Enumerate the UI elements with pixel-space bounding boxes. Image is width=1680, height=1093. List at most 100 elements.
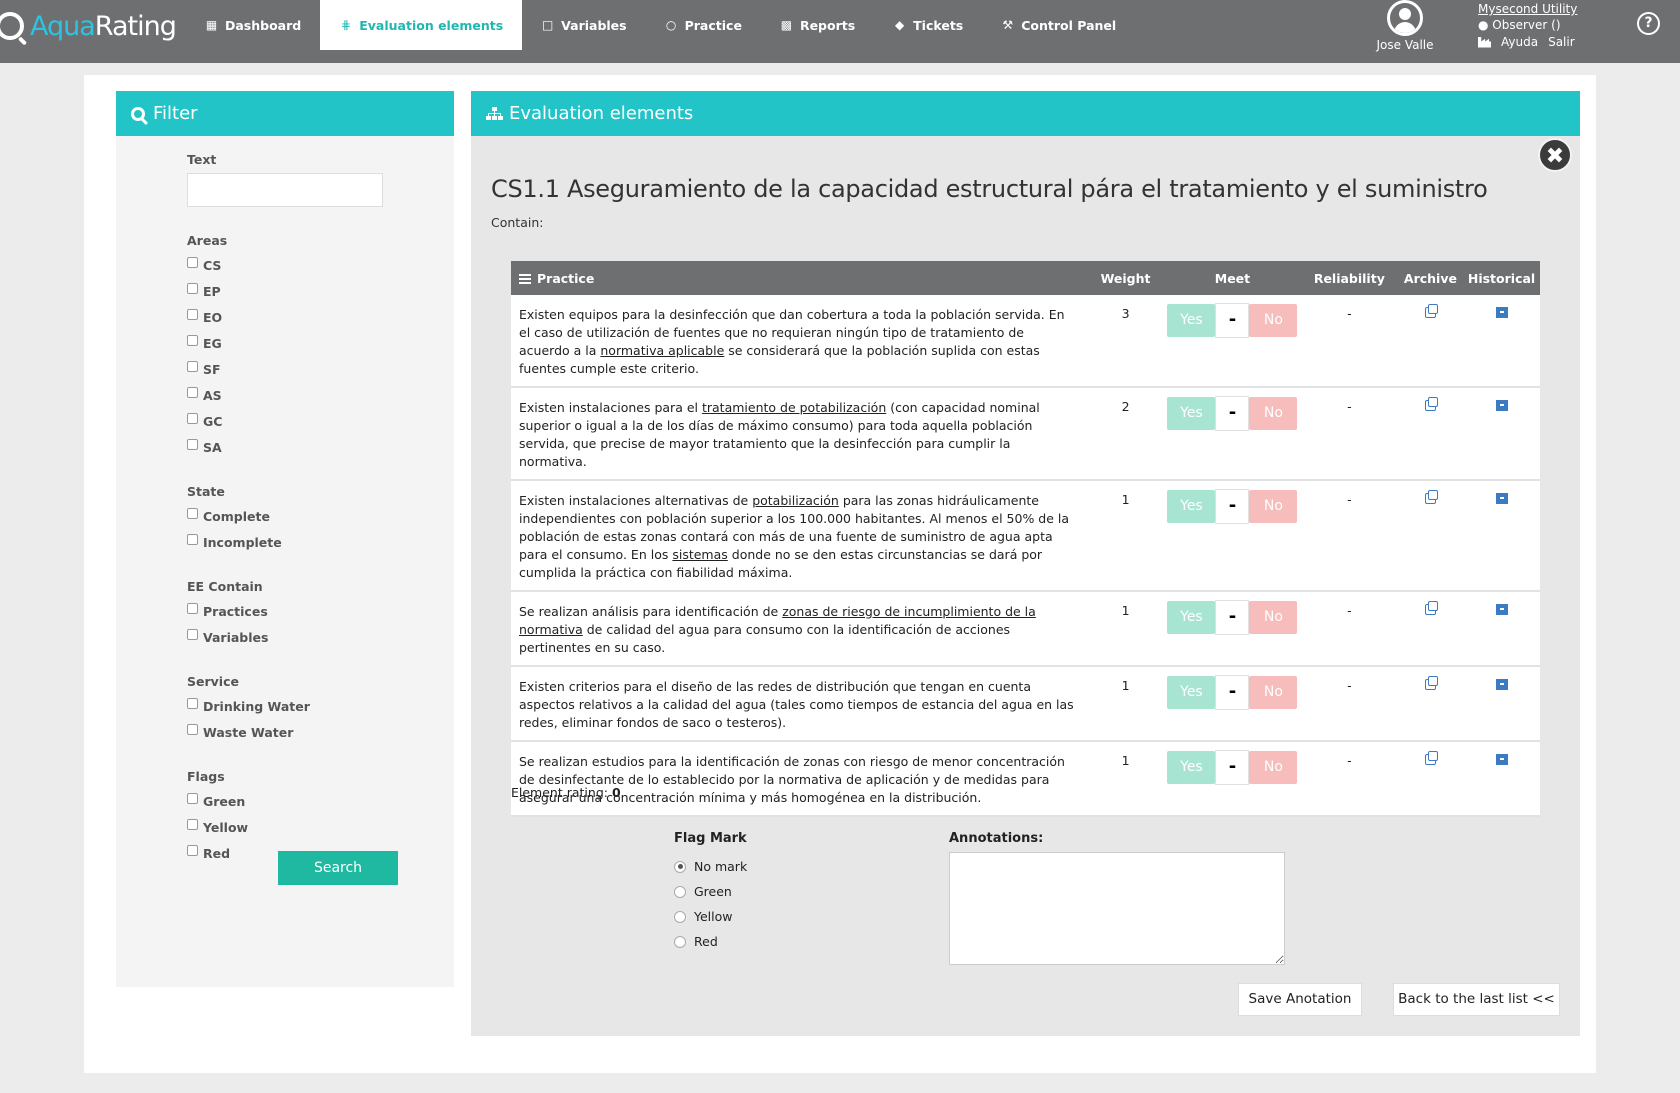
service-drinking-water-checkbox[interactable]: Drinking Water (187, 691, 454, 717)
contain-variables-checkbox[interactable]: Variables (187, 622, 454, 648)
nav-dashboard[interactable]: ▦ Dashboard (186, 0, 320, 50)
area-eo-checkbox[interactable]: EO (187, 302, 454, 328)
checkbox-box[interactable] (187, 438, 198, 450)
aquarating-logo[interactable]: AquaRating (0, 8, 177, 44)
radio-label: No mark (694, 859, 748, 874)
checkbox-box[interactable] (187, 533, 198, 545)
flag-green-checkbox[interactable]: Green (187, 786, 454, 812)
glossary-link[interactable]: potabilización (752, 493, 839, 508)
checkbox-box[interactable] (187, 723, 198, 735)
radio-button[interactable] (674, 885, 686, 898)
filter-text-input[interactable] (187, 173, 383, 207)
meet-unset-button[interactable]: - (1215, 396, 1250, 431)
meet-no-button[interactable]: No (1249, 304, 1298, 337)
meet-no-button[interactable]: No (1249, 601, 1298, 634)
archive-box-icon[interactable] (1495, 679, 1508, 690)
area-sf-checkbox[interactable]: SF (187, 354, 454, 380)
practice-text: Existen criterios para el diseño de las … (519, 679, 1074, 730)
glossary-link[interactable]: normativa aplicable (600, 343, 724, 358)
archive-box-icon[interactable] (1495, 493, 1508, 504)
question-circle-icon[interactable]: ? (1637, 12, 1660, 35)
archive-box-icon[interactable] (1495, 754, 1508, 765)
meet-yes-button[interactable]: Yes (1167, 490, 1216, 523)
checkbox-box[interactable] (187, 412, 198, 424)
checkbox-box[interactable] (187, 818, 198, 830)
search-button[interactable]: Search (278, 851, 398, 885)
service-waste-water-checkbox[interactable]: Waste Water (187, 717, 454, 743)
area-ep-checkbox[interactable]: EP (187, 276, 454, 302)
state-incomplete-checkbox[interactable]: Incomplete (187, 527, 454, 553)
state-complete-checkbox[interactable]: Complete (187, 501, 454, 527)
checkbox-box[interactable] (187, 507, 198, 519)
radio-button[interactable] (674, 935, 686, 948)
meet-yes-button[interactable]: Yes (1167, 397, 1216, 430)
nav-reports[interactable]: ▩ Reports (761, 0, 874, 50)
meet-yes-button[interactable]: Yes (1167, 751, 1216, 784)
copy-icon[interactable] (1424, 676, 1438, 690)
historical-cell (1463, 666, 1540, 741)
area-cs-checkbox[interactable]: CS (187, 250, 454, 276)
checkbox-box[interactable] (187, 334, 198, 346)
meet-yes-button[interactable]: Yes (1167, 601, 1216, 634)
archive-box-icon[interactable] (1495, 604, 1508, 615)
nav-practice[interactable]: ○ Practice (646, 0, 761, 50)
area-as-checkbox[interactable]: AS (187, 380, 454, 406)
user-profile[interactable]: Jose Valle (1370, 0, 1440, 56)
meet-unset-button[interactable]: - (1215, 489, 1250, 524)
nav-evaluation-elements[interactable]: ⋕ Evaluation elements (320, 0, 523, 50)
copy-icon[interactable] (1424, 304, 1438, 318)
save-annotation-button[interactable]: Save Anotation (1238, 983, 1362, 1016)
glossary-link[interactable]: tratamiento de potabilización (702, 400, 886, 415)
checkbox-label: EP (203, 283, 221, 299)
meet-no-button[interactable]: No (1249, 676, 1298, 709)
copy-icon[interactable] (1424, 397, 1438, 411)
back-to-list-button[interactable]: Back to the last list << (1393, 983, 1560, 1016)
meet-unset-button[interactable]: - (1215, 303, 1250, 338)
meet-no-button[interactable]: No (1249, 751, 1298, 784)
area-gc-checkbox[interactable]: GC (187, 406, 454, 432)
nav-label: Control Panel (1021, 17, 1117, 33)
area-eg-checkbox[interactable]: EG (187, 328, 454, 354)
utility-link[interactable]: Mysecond Utility (1478, 1, 1577, 17)
copy-icon[interactable] (1424, 490, 1438, 504)
element-rating-label: Element rating: (511, 785, 608, 800)
meet-unset-button[interactable]: - (1215, 600, 1250, 635)
archive-box-icon[interactable] (1495, 400, 1508, 411)
help-link[interactable]: Ayuda (1501, 34, 1538, 50)
checkbox-box[interactable] (187, 792, 198, 804)
checkbox-box[interactable] (187, 282, 198, 294)
nav-variables[interactable]: □ Variables (522, 0, 645, 50)
flag-yellow-radio[interactable]: Yellow (674, 904, 747, 929)
checkbox-box[interactable] (187, 602, 198, 614)
archive-box-icon[interactable] (1495, 307, 1508, 318)
copy-icon[interactable] (1424, 751, 1438, 765)
meet-unset-button[interactable]: - (1215, 675, 1250, 710)
nav-tickets[interactable]: ◆ Tickets (874, 0, 982, 50)
checkbox-box[interactable] (187, 844, 198, 856)
glossary-link[interactable]: sistemas (672, 547, 727, 562)
flag-red-radio[interactable]: Red (674, 929, 747, 954)
meet-no-button[interactable]: No (1249, 397, 1298, 430)
checkbox-box[interactable] (187, 697, 198, 709)
radio-button[interactable] (674, 860, 686, 873)
radio-button[interactable] (674, 910, 686, 923)
area-sa-checkbox[interactable]: SA (187, 432, 454, 458)
flag-no-mark-radio[interactable]: No mark (674, 854, 747, 879)
meet-yes-button[interactable]: Yes (1167, 676, 1216, 709)
flag-yellow-checkbox[interactable]: Yellow (187, 812, 454, 838)
nav-control-panel[interactable]: ⚒ Control Panel (982, 0, 1135, 50)
checkbox-box[interactable] (187, 386, 198, 398)
checkbox-box[interactable] (187, 256, 198, 268)
contain-practices-checkbox[interactable]: Practices (187, 596, 454, 622)
checkbox-box[interactable] (187, 308, 198, 320)
meet-yes-button[interactable]: Yes (1167, 304, 1216, 337)
checkbox-box[interactable] (187, 360, 198, 372)
meet-unset-button[interactable]: - (1215, 750, 1250, 785)
flag-green-radio[interactable]: Green (674, 879, 747, 904)
meet-no-button[interactable]: No (1249, 490, 1298, 523)
checkbox-box[interactable] (187, 628, 198, 640)
copy-icon[interactable] (1424, 601, 1438, 615)
close-icon[interactable]: ✖ (1538, 138, 1572, 172)
annotations-textarea[interactable] (949, 852, 1285, 965)
logout-link[interactable]: Salir (1548, 34, 1575, 50)
